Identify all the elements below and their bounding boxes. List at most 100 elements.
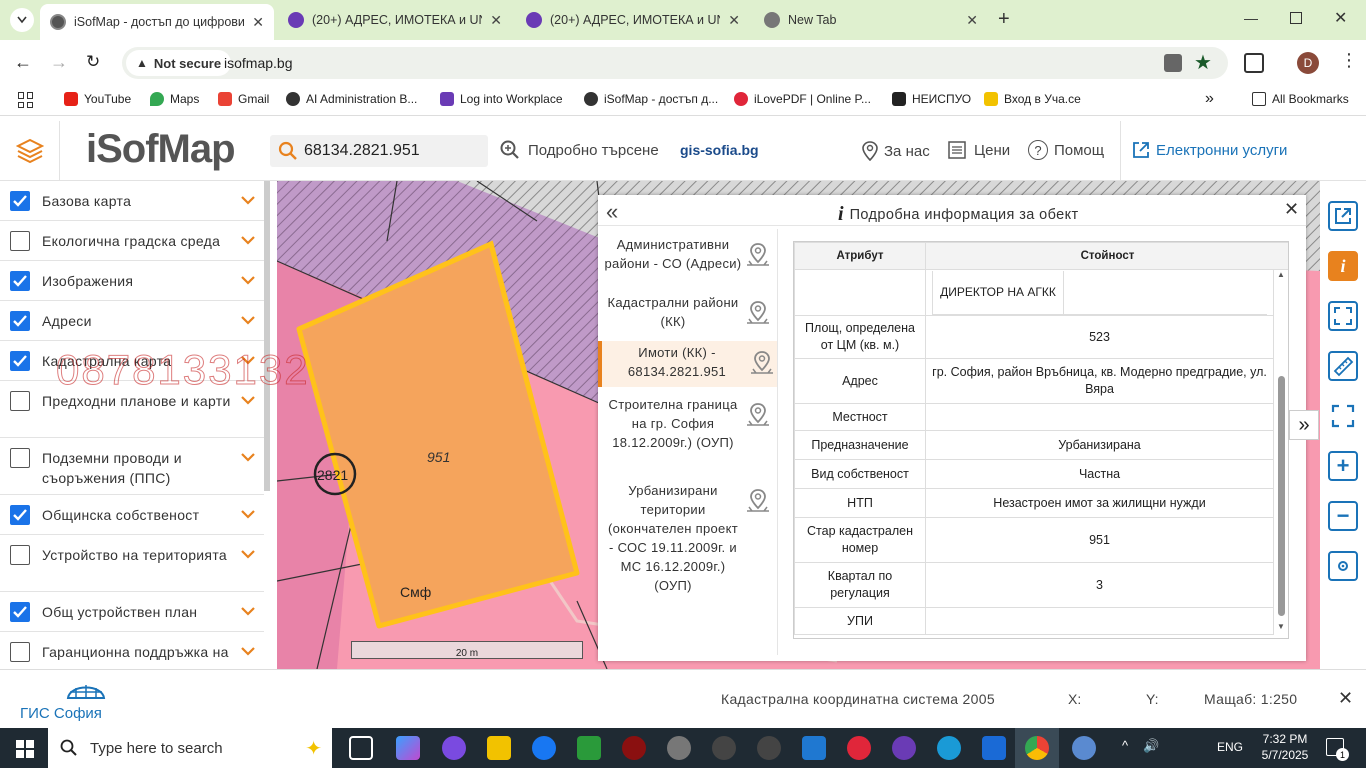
tray-clock[interactable]: 7:32 PM 5/7/2025 (1260, 731, 1310, 763)
omnibox[interactable]: ▲ Not secure isofmap.bg ★ (122, 47, 1228, 79)
window-close-button[interactable]: ✕ (1334, 8, 1347, 28)
app-bg-2-icon[interactable] (757, 736, 781, 760)
layer-checkbox[interactable] (10, 448, 30, 468)
layer-checkbox[interactable] (10, 545, 30, 565)
layer-checkbox[interactable] (10, 642, 30, 662)
close-icon[interactable]: ✕ (252, 14, 264, 31)
app-logo[interactable]: iSofMap (86, 127, 236, 172)
zoom-to-pin-icon[interactable] (744, 401, 774, 431)
zoom-to-pin-icon[interactable] (744, 299, 774, 329)
translate-icon[interactable] (1164, 54, 1182, 72)
extensions-icon[interactable] (1244, 53, 1264, 73)
bookmark-youtube[interactable]: YouTube (64, 92, 131, 106)
layer-checkbox[interactable] (10, 311, 30, 331)
layer-checkbox[interactable] (10, 602, 30, 622)
bookmark-workplace[interactable]: Log into Workplace (440, 92, 563, 106)
nav-about[interactable]: За нас (862, 141, 930, 161)
bookmark-uchase[interactable]: Вход в Уча.се (984, 92, 1081, 106)
edge-icon[interactable] (937, 736, 961, 760)
layer-checkbox[interactable] (10, 505, 30, 525)
app-red-icon[interactable] (622, 736, 646, 760)
task-view-icon[interactable] (349, 736, 373, 760)
scroll-down-icon[interactable]: ▼ (1277, 622, 1285, 631)
apps-grid-icon[interactable] (18, 92, 34, 108)
bookmark-ilovepdf[interactable]: iLovePDF | Online P... (734, 92, 871, 106)
chevron-down-icon[interactable] (240, 233, 256, 249)
workplace-icon[interactable] (892, 736, 916, 760)
layer-row[interactable]: Общинска собственост (0, 495, 264, 535)
chevron-right-icon[interactable]: » (1205, 90, 1214, 108)
chevron-down-icon[interactable] (240, 547, 256, 563)
object-list-item[interactable]: Строителна граница на гр. София 18.12.20… (598, 393, 777, 477)
bing-icon[interactable] (982, 736, 1006, 760)
chevron-down-icon[interactable] (240, 393, 256, 409)
taskbar-search[interactable]: Type here to search ✦ (48, 728, 332, 768)
sidebar-scrollbar[interactable] (264, 181, 270, 491)
fullscreen-button[interactable] (1328, 401, 1358, 431)
chevron-down-icon[interactable] (240, 193, 256, 209)
bookmark-neispuo[interactable]: НЕИСПУО (892, 92, 971, 106)
layer-row[interactable]: Подземни проводи и съоръжения (ППС) (0, 438, 264, 495)
app-bg-icon[interactable] (712, 736, 736, 760)
table-scrollbar[interactable]: ▲ ▼ (1276, 270, 1288, 638)
tab-search-button[interactable] (10, 8, 34, 32)
layer-row[interactable]: Изображения (0, 261, 264, 301)
app-z-icon[interactable] (802, 736, 826, 760)
tab-isofmap[interactable]: iSofMap - достъп до цифрови ✕ (40, 4, 274, 40)
object-list-item[interactable]: Кадастрални райони (КК) (598, 291, 777, 339)
info-tool-button[interactable]: i (1328, 251, 1358, 281)
object-list-item[interactable]: Урбанизирани територии (окончателен прое… (598, 479, 777, 601)
nav-help[interactable]: ? Помощ (1028, 140, 1104, 160)
volume-icon[interactable]: 🔊 (1143, 738, 1159, 754)
forward-arrow-icon[interactable]: → (50, 52, 68, 73)
layer-checkbox[interactable] (10, 351, 30, 371)
file-explorer-icon[interactable] (487, 736, 511, 760)
object-list-item[interactable]: Имоти (КК) - 68134.2821.951 (598, 341, 777, 387)
facebook-icon[interactable] (532, 736, 556, 760)
layer-checkbox[interactable] (10, 231, 30, 251)
scroll-up-icon[interactable]: ▲ (1277, 270, 1285, 279)
maximize-button[interactable] (1290, 12, 1302, 24)
close-icon[interactable]: ✕ (966, 12, 978, 29)
chrome-task-active[interactable] (1015, 728, 1059, 768)
security-chip[interactable]: ▲ Not secure (126, 50, 232, 76)
share-button[interactable] (1328, 201, 1358, 231)
layer-checkbox[interactable] (10, 271, 30, 291)
layers-toggle[interactable] (0, 121, 60, 181)
zoom-to-pin-icon[interactable] (744, 241, 774, 271)
advanced-search-link[interactable]: Подробно търсене (500, 140, 659, 160)
new-tab-button[interactable]: + (998, 8, 1010, 31)
layer-row[interactable]: Гаранционна поддръжка на транспортната (0, 632, 264, 669)
profile-avatar[interactable]: D (1297, 52, 1319, 74)
store-icon[interactable] (577, 736, 601, 760)
chevron-down-icon[interactable] (240, 273, 256, 289)
layer-row[interactable]: Базова карта (0, 181, 264, 221)
search-input[interactable]: 68134.2821.951 (304, 142, 420, 160)
viber-icon[interactable] (442, 736, 466, 760)
all-bookmarks[interactable]: All Bookmarks (1252, 92, 1349, 106)
locate-button[interactable] (1328, 551, 1358, 581)
tab-facebook-2[interactable]: (20+) АДРЕС, ИМОТЕКА и UNI ✕ (516, 4, 750, 36)
bookmark-maps[interactable]: Maps (150, 92, 199, 106)
reload-icon[interactable]: ↻ (86, 52, 100, 72)
gis-sofia-link[interactable]: gis-sofia.bg (680, 142, 759, 158)
layer-row[interactable]: Адреси (0, 301, 264, 341)
close-panel-icon[interactable]: ✕ (1284, 199, 1299, 220)
chevron-down-icon[interactable] (240, 450, 256, 466)
app-a-icon[interactable] (667, 736, 691, 760)
windows-start-icon[interactable] (16, 740, 34, 758)
tab-new-tab[interactable]: New Tab ✕ (754, 4, 988, 36)
star-icon[interactable]: ★ (1194, 50, 1212, 75)
back-arrow-icon[interactable]: ← (14, 52, 32, 73)
layer-row[interactable]: Общ устройствен план (0, 592, 264, 632)
tray-chevron-icon[interactable]: ^ (1122, 738, 1128, 753)
collapse-panel-icon[interactable]: « (606, 199, 618, 225)
bookmark-isofmap[interactable]: iSofMap - достъп д... (584, 92, 718, 106)
close-icon[interactable]: ✕ (728, 12, 740, 29)
chevron-down-icon[interactable] (240, 313, 256, 329)
weather-icon[interactable] (1072, 736, 1096, 760)
tray-language[interactable]: ENG (1217, 740, 1243, 754)
chevron-down-icon[interactable] (240, 507, 256, 523)
scroll-thumb[interactable] (1278, 376, 1285, 616)
chevron-down-icon[interactable] (240, 604, 256, 620)
